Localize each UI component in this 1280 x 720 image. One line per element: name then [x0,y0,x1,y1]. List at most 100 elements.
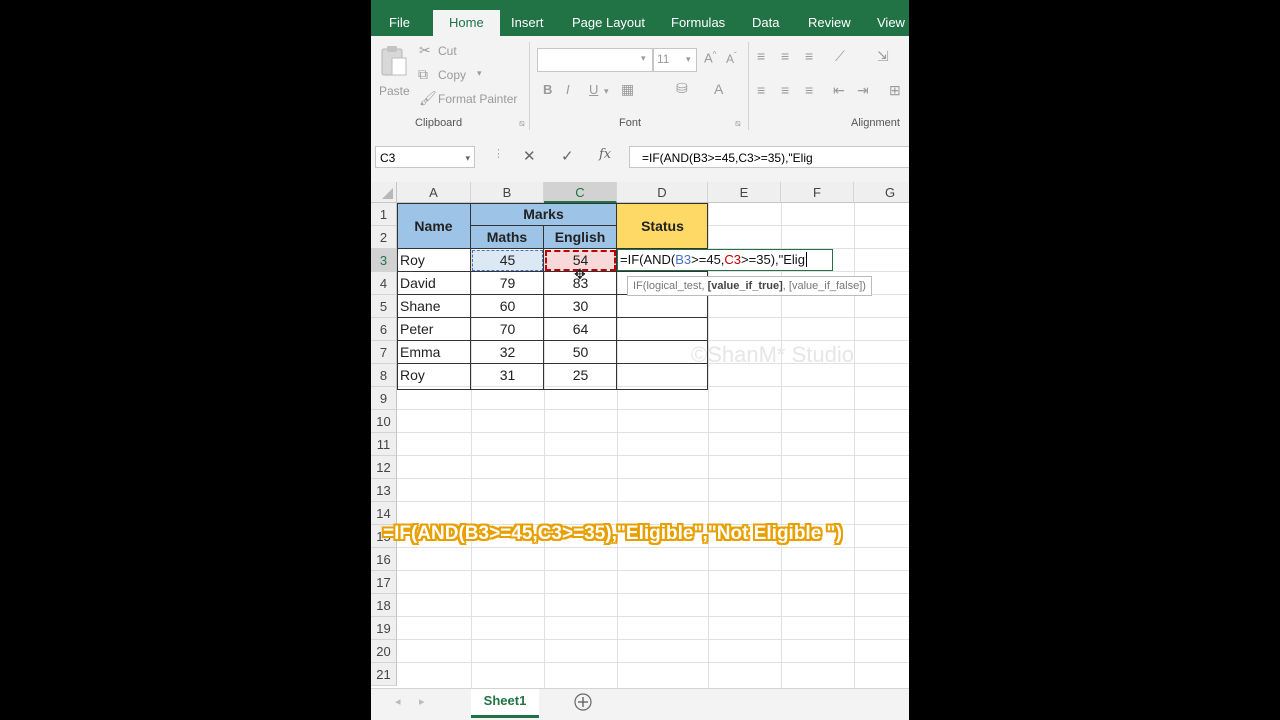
row-header-11[interactable]: 11 [371,433,397,456]
row-header-9[interactable]: 9 [371,387,397,410]
underline-button[interactable]: U [589,82,598,97]
cell-marks-header[interactable]: Marks [471,203,617,226]
cell-d3-editor[interactable]: =IF(AND(B3>=45,C3>=35),"Elig [617,249,833,271]
bold-button[interactable]: B [543,82,552,97]
table-cell-maths[interactable]: 70 [471,318,544,341]
row-header-3[interactable]: 3 [371,249,397,272]
format-painter-button[interactable]: Format Painter [438,92,517,106]
scroll-right-icon[interactable]: ▸ [419,695,425,708]
column-header-e[interactable]: E [708,182,781,203]
column-header-f[interactable]: F [781,182,854,203]
row-header-1[interactable]: 1 [371,203,397,226]
table-cell-name[interactable]: Roy [400,364,425,387]
row-header-4[interactable]: 4 [371,272,397,295]
tab-file[interactable]: File [389,0,410,36]
row-header-13[interactable]: 13 [371,479,397,502]
tab-view[interactable]: View [877,0,905,36]
column-header-g[interactable]: G [854,182,909,203]
worksheet-grid[interactable]: A B C D E F G 1 2 3 4 5 6 7 8 9 10 11 12… [371,182,909,688]
cut-button[interactable]: Cut [438,44,457,58]
tab-formulas[interactable]: Formulas [671,0,725,36]
row-header-8[interactable]: 8 [371,364,397,387]
table-cell-maths[interactable]: 31 [471,364,544,387]
align-bottom-icon[interactable]: ≡ [805,48,813,64]
name-box-dropdown-icon[interactable]: ▾ [465,147,470,169]
select-all-corner[interactable] [371,182,397,203]
column-header-c[interactable]: C [544,182,617,203]
cancel-icon[interactable]: ✕ [523,147,536,165]
copy-button[interactable]: Copy [438,68,466,82]
cell-english-header[interactable]: English [544,226,617,249]
row-header-19[interactable]: 19 [371,617,397,640]
increase-indent-icon[interactable]: ⇥ [857,82,869,99]
tab-insert[interactable]: Insert [511,0,544,36]
enter-checkmark-icon[interactable]: ✓ [561,147,574,165]
row-header-2[interactable]: 2 [371,226,397,249]
scroll-left-icon[interactable]: ◂ [395,695,401,708]
paste-button[interactable]: Paste [377,42,411,98]
row-header-5[interactable]: 5 [371,295,397,318]
copy-dropdown-icon[interactable]: ▾ [477,68,482,79]
italic-button[interactable]: I [566,82,570,97]
table-cell-name[interactable]: Shane [400,295,440,318]
tab-review[interactable]: Review [808,0,851,36]
tooltip-value-if-false[interactable]: , [value_if_false]) [783,280,866,292]
decrease-font-icon[interactable]: Aˇ [726,51,737,66]
tooltip-logical-test[interactable]: IF(logical_test, [633,280,708,292]
tab-data[interactable]: Data [752,0,779,36]
borders-icon[interactable]: ▦ [621,81,634,98]
table-cell-name[interactable]: Emma [400,341,440,364]
tab-page-layout[interactable]: Page Layout [572,0,645,36]
row-header-20[interactable]: 20 [371,640,397,663]
align-right-icon[interactable]: ≡ [805,82,813,98]
align-left-icon[interactable]: ≡ [757,82,765,98]
underline-dropdown-icon[interactable]: ▾ [604,86,609,97]
table-cell-maths[interactable]: 60 [471,295,544,318]
row-header-17[interactable]: 17 [371,571,397,594]
font-family-select[interactable] [537,48,653,72]
wrap-text-icon[interactable]: ⇲ [877,48,889,65]
name-box[interactable]: C3 ▾ [375,146,475,168]
tab-home[interactable]: Home [433,10,500,36]
table-cell-english[interactable]: 25 [544,364,617,387]
table-cell-maths[interactable]: 32 [471,341,544,364]
cell-name-header[interactable]: Name [397,203,471,249]
cell-status-header[interactable]: Status [617,203,708,249]
font-size-select[interactable]: 11 ▾ [653,48,697,72]
increase-font-icon[interactable]: A^ [704,50,716,65]
insert-function-button[interactable]: fx [599,147,611,162]
row-header-14[interactable]: 14 [371,502,397,525]
row-header-10[interactable]: 10 [371,410,397,433]
align-top-icon[interactable]: ≡ [757,48,765,64]
table-cell-maths[interactable]: 45 [471,249,544,272]
table-cell-maths[interactable]: 79 [471,272,544,295]
table-cell-name[interactable]: Peter [400,318,433,341]
formula-input[interactable]: =IF(AND(B3>=45,C3>=35),"Elig [629,146,909,168]
table-cell-english[interactable]: 30 [544,295,617,318]
table-cell-english[interactable]: 64 [544,318,617,341]
align-middle-icon[interactable]: ≡ [781,48,789,64]
orientation-icon[interactable]: ⟋ [835,48,845,65]
decrease-indent-icon[interactable]: ⇤ [833,82,845,99]
font-color-icon[interactable]: A [714,81,723,97]
column-header-a[interactable]: A [397,182,471,203]
add-sheet-icon[interactable] [573,692,593,712]
font-family-dropdown-icon[interactable]: ▾ [641,53,646,64]
column-header-b[interactable]: B [471,182,544,203]
fill-color-icon[interactable]: ⛁ [676,80,688,97]
row-header-6[interactable]: 6 [371,318,397,341]
table-cell-name[interactable]: David [400,272,436,295]
align-center-icon[interactable]: ≡ [781,82,789,98]
cell-maths-header[interactable]: Maths [471,226,544,249]
column-header-d[interactable]: D [617,182,708,203]
row-header-21[interactable]: 21 [371,663,397,686]
table-cell-english[interactable]: 50 [544,341,617,364]
row-header-12[interactable]: 12 [371,456,397,479]
tooltip-value-if-true[interactable]: [value_if_true] [708,280,783,292]
font-launcher-icon[interactable]: ⧅ [735,118,741,129]
sheet-tab-sheet1[interactable]: Sheet1 [471,689,539,718]
table-cell-name[interactable]: Roy [400,249,425,272]
clipboard-launcher-icon[interactable]: ⧅ [519,118,525,129]
row-header-7[interactable]: 7 [371,341,397,364]
row-header-16[interactable]: 16 [371,548,397,571]
